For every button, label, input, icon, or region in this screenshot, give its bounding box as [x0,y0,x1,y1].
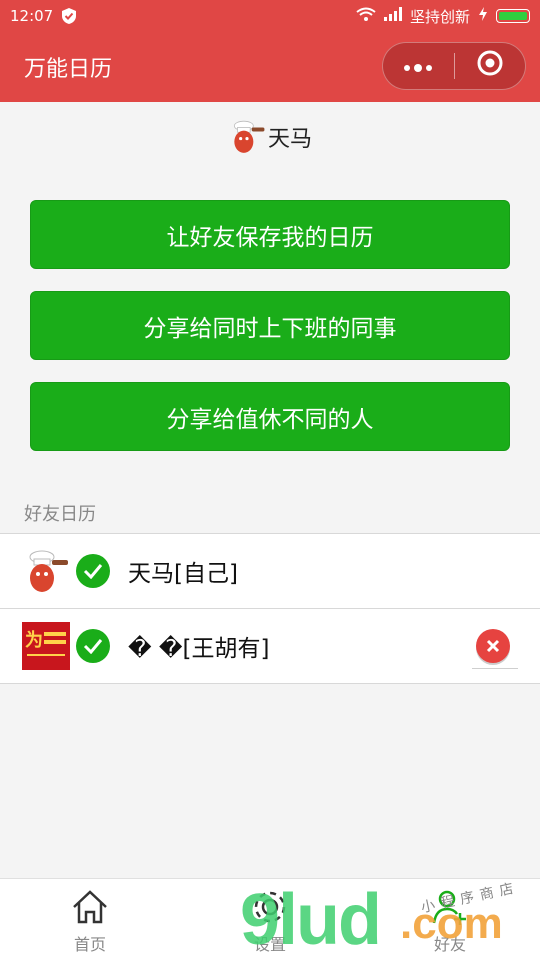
close-miniprogram-button[interactable] [455,43,526,89]
gear-icon [250,887,290,931]
checked-icon[interactable] [76,554,110,588]
friends-section-title: 好友日历 [24,504,96,525]
more-button[interactable] [383,43,454,89]
username: 天马 [267,127,312,152]
avatar [228,118,266,156]
share-same-shift-button[interactable]: 分享给同时上下班的同事 [30,291,510,360]
tab-label: 首页 [73,935,106,954]
list-item[interactable]: 天马[自己] [0,534,540,609]
friend-name: � �[王胡有] [128,636,270,662]
avatar: 为 [22,622,70,670]
signal-icon [383,7,402,25]
checked-icon[interactable] [76,629,110,663]
share-different-rest-button[interactable]: 分享给值休不同的人 [30,382,510,451]
invite-save-calendar-button[interactable]: 让好友保存我的日历 [30,200,510,269]
list-item[interactable]: 为 � �[王胡有] [0,609,540,684]
avatar [22,547,70,595]
carrier-label: 坚持创新 [409,7,470,26]
tab-label: 好友 [433,935,466,954]
tab-label: 设置 [253,935,286,954]
add-user-icon [430,887,470,931]
tab-settings[interactable]: 设置 [180,879,360,960]
delete-icon[interactable] [476,629,510,663]
nav-bar: 万能日历 [0,32,540,102]
wifi-icon [356,7,376,25]
home-icon [70,887,110,931]
friend-name: 天马[自己] [128,561,238,587]
svg-text:为: 为 [25,629,43,651]
battery-icon [496,9,530,23]
page-title: 万能日历 [24,57,113,82]
status-bar: 12:07 坚持创新 [0,0,540,32]
tab-home[interactable]: 首页 [0,879,180,960]
capsule-menu [382,42,526,90]
delete-underline [472,668,518,669]
charging-icon [478,7,488,25]
tab-bar: 首页 设置 好友 [0,878,540,960]
status-time: 12:07 [10,7,54,25]
shield-icon [61,7,77,25]
dots-icon [403,54,433,79]
current-user: 天马 [0,116,540,158]
tab-friends[interactable]: 好友 [360,879,540,960]
friends-list: 天马[自己] 为 � �[王胡有] [0,533,540,684]
target-icon [476,49,504,83]
